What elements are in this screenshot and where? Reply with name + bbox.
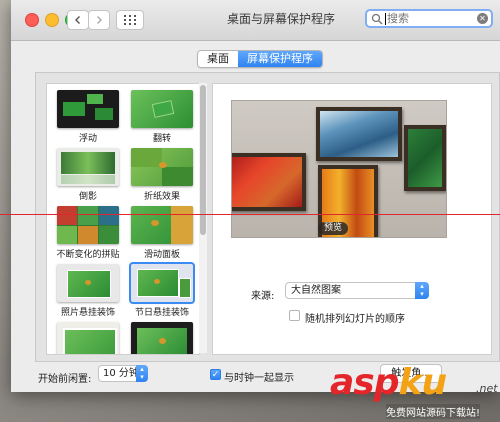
saver-label: 不断变化的拼贴	[56, 250, 120, 260]
idle-time-value: 10 分钟	[103, 368, 139, 379]
saver-label: 折纸效果	[143, 192, 180, 202]
text-caret	[385, 13, 386, 25]
watermark-tagline: 免费网站源码下载站!	[386, 404, 481, 419]
close-window-button[interactable]	[25, 13, 39, 27]
updown-arrows-icon: ▴ ▾	[136, 365, 148, 382]
floating-thumbnail	[57, 90, 119, 128]
reflections-thumbnail	[57, 148, 119, 186]
grid-icon	[124, 15, 136, 25]
window-title: 桌面与屏幕保护程序	[226, 12, 335, 26]
preview-label: 预览	[318, 222, 349, 235]
screensaver-panel: 浮动 翻转 倒影 折纸效果 不断变化的拼贴 滑动面板 照片悬挂装饰 节日悬挂装饰…	[35, 72, 500, 362]
holiday-mobile-thumbnail	[129, 262, 195, 304]
list-item-ken-burns[interactable]	[129, 322, 195, 354]
saver-label: 倒影	[78, 192, 97, 202]
preview-photo-wave	[316, 107, 402, 161]
watermark-tld: .net	[476, 382, 498, 395]
saver-label: 浮动	[78, 134, 97, 144]
shuffle-label: 随机排列幻灯片的顺序	[305, 314, 405, 325]
list-item-floating[interactable]: 浮动	[55, 90, 121, 144]
source-select[interactable]: 大自然图案 ▴ ▾	[285, 282, 429, 299]
red-guide-line	[0, 214, 500, 215]
search-icon	[371, 13, 383, 25]
screensaver-list[interactable]: 浮动 翻转 倒影 折纸效果 不断变化的拼贴 滑动面板 照片悬挂装饰 节日悬挂装饰	[46, 83, 200, 355]
chevron-right-icon	[97, 16, 102, 24]
clear-search-icon[interactable]: ✕	[477, 13, 488, 24]
saver-label: 滑动面板	[143, 250, 180, 260]
list-item-reflections[interactable]: 倒影	[55, 148, 121, 202]
search-field[interactable]: ✕	[365, 9, 493, 28]
ken-burns-thumbnail	[131, 322, 193, 354]
site-watermark: aspku .net 免费网站源码下载站!	[330, 362, 500, 422]
photo-mobile-thumbnail	[57, 264, 119, 302]
saver-label: 照片悬挂装饰	[60, 308, 115, 318]
chevron-left-icon	[75, 16, 80, 24]
shuffle-checkbox[interactable]	[289, 310, 300, 321]
list-item-vintage-prints[interactable]	[55, 322, 121, 354]
shifting-tiles-thumbnail	[57, 206, 119, 244]
watermark-logo: aspku	[330, 362, 447, 403]
sliding-panels-thumbnail	[131, 206, 193, 244]
idle-time-label: 开始前闲置:	[38, 374, 92, 385]
source-label: 来源:	[251, 291, 275, 302]
preview-photo-red-leaves	[232, 153, 306, 211]
scrollbar-thumb[interactable]	[200, 85, 206, 235]
preview-photo-green-leaf	[404, 125, 446, 191]
back-button[interactable]	[67, 10, 89, 30]
saver-label: 翻转	[152, 134, 171, 144]
preferences-window: 桌面与屏幕保护程序 ✕ 桌面 屏幕保护程序 浮动	[11, 0, 500, 392]
saver-label: 节日悬挂装饰	[134, 308, 189, 318]
source-value: 大自然图案	[291, 285, 341, 296]
show-clock-checkbox[interactable]: ✓	[210, 369, 221, 380]
show-all-button[interactable]	[116, 10, 144, 30]
updown-arrows-icon: ▴ ▾	[415, 282, 429, 299]
idle-time-select[interactable]: 10 分钟 ▴ ▾	[98, 365, 148, 382]
list-item-origami[interactable]: 折纸效果	[129, 148, 195, 202]
list-item-flip[interactable]: 翻转	[129, 90, 195, 144]
tab-bar: 桌面 屏幕保护程序	[197, 50, 323, 68]
origami-thumbnail	[131, 148, 193, 186]
minimize-window-button[interactable]	[45, 13, 59, 27]
title-bar: 桌面与屏幕保护程序 ✕	[11, 0, 500, 41]
screensaver-preview[interactable]: 预览	[231, 100, 447, 238]
list-scrollbar[interactable]	[199, 83, 207, 353]
flip-thumbnail	[131, 90, 193, 128]
search-input[interactable]	[387, 11, 471, 26]
list-item-holiday-mobile[interactable]: 节日悬挂装饰	[129, 262, 195, 318]
forward-button[interactable]	[88, 10, 110, 30]
list-item-photo-mobile[interactable]: 照片悬挂装饰	[55, 264, 121, 318]
show-clock-label: 与时钟一起显示	[224, 373, 294, 384]
tab-desktop[interactable]: 桌面	[198, 51, 238, 67]
options-pane: 预览 来源: 大自然图案 ▴ ▾ 随机排列幻灯片的顺序	[212, 83, 492, 355]
tab-screensaver[interactable]: 屏幕保护程序	[238, 51, 322, 67]
vintage-prints-thumbnail	[57, 322, 119, 354]
